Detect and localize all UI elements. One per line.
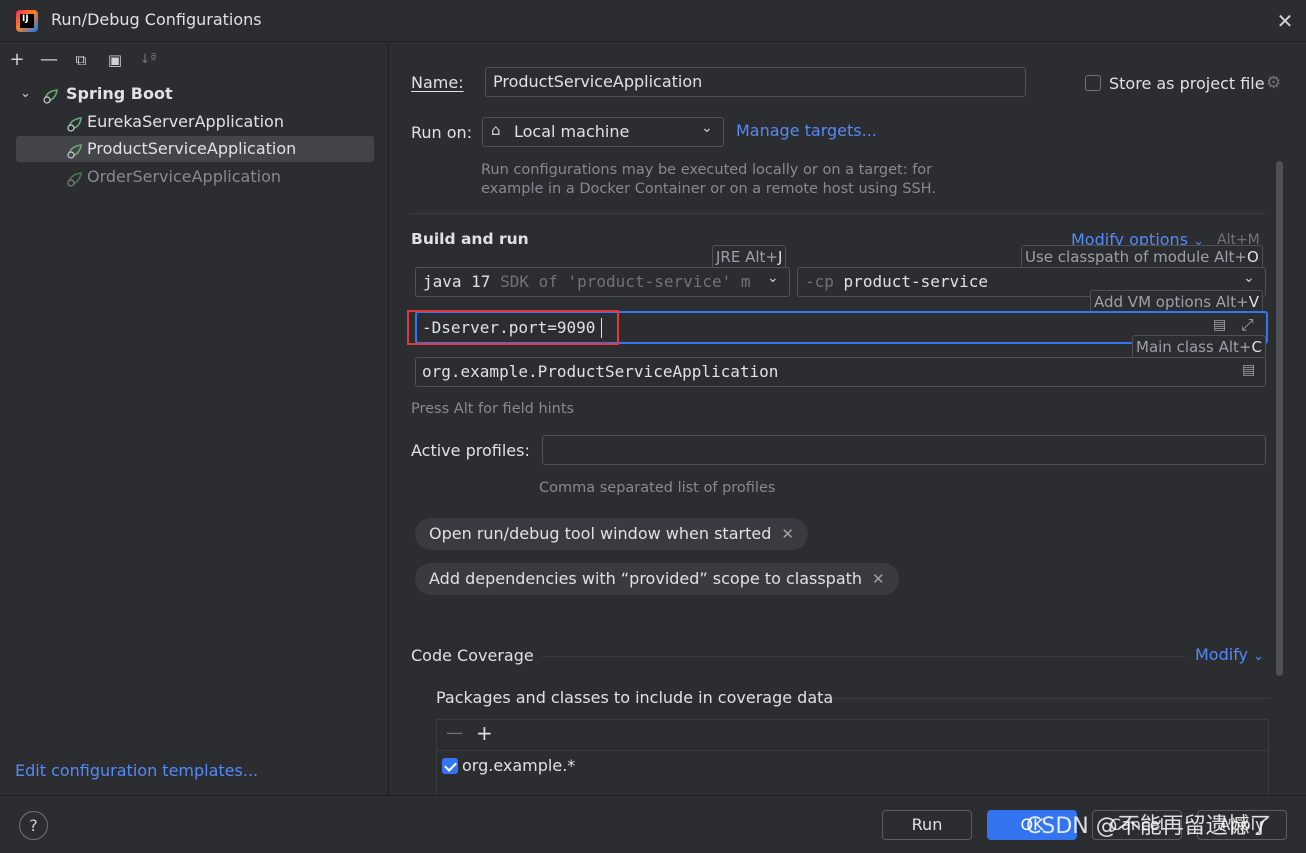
jre-value: java 17 SDK of 'product-service' m — [423, 272, 751, 291]
tree-item-product-service[interactable]: ProductServiceApplication — [16, 136, 374, 162]
run-on-label: Run on: — [411, 123, 473, 142]
browse-icon[interactable]: ▤ — [1242, 362, 1255, 378]
maximize-icon[interactable]: ⤢ — [1241, 315, 1254, 335]
build-and-run-title: Build and run — [411, 230, 529, 248]
configurations-tree-panel: + — ⧉ ▣ ↓ª ⌄ Spring Boot EurekaServerApp… — [0, 43, 389, 795]
classpath-hint-tooltip: Use classpath of module Alt+O — [1021, 245, 1263, 269]
manage-targets-link[interactable]: Manage targets... — [736, 121, 877, 140]
chevron-down-icon: ⌄ — [767, 270, 779, 286]
coverage-item-label: org.example.* — [462, 756, 576, 775]
chevron-down-icon: ⌄ — [701, 120, 713, 136]
main-class-input[interactable]: org.example.ProductServiceApplication ▤ — [415, 357, 1266, 387]
divider — [832, 698, 1269, 699]
tree-item-label: ProductServiceApplication — [87, 139, 297, 158]
code-coverage-title: Code Coverage — [411, 646, 534, 665]
remove-entry-icon[interactable]: — — [446, 723, 463, 743]
tree-item-eureka-server[interactable]: EurekaServerApplication — [16, 109, 374, 135]
name-input[interactable]: ProductServiceApplication — [485, 67, 1026, 97]
intellij-logo-icon: IJ — [16, 10, 38, 32]
close-icon[interactable]: ✕ — [1272, 8, 1298, 34]
name-label: Name: — [411, 73, 464, 92]
sort-icon[interactable]: ↓ª — [137, 49, 159, 71]
run-on-hint: Run configurations may be executed local… — [481, 162, 933, 178]
chevron-down-icon[interactable]: ⌄ — [20, 81, 31, 107]
main-class-hint-tooltip: Main class Alt+C — [1132, 335, 1266, 359]
divider — [411, 213, 1265, 214]
title-bar: IJ Run/Debug Configurations ✕ — [0, 0, 1306, 42]
field-hints-text: Press Alt for field hints — [411, 401, 575, 417]
main-class-value: org.example.ProductServiceApplication — [422, 362, 779, 381]
edit-templates-link[interactable]: Edit configuration templates... — [15, 761, 258, 780]
expand-text-icon[interactable]: ▤ — [1213, 317, 1226, 333]
text-caret — [601, 318, 602, 338]
run-on-hint: example in a Docker Container or on a re… — [481, 181, 936, 197]
table-row[interactable]: org.example.* — [437, 753, 1268, 779]
remove-chip-icon[interactable]: ✕ — [872, 570, 885, 588]
new-folder-icon[interactable]: ▣ — [104, 49, 126, 71]
tree-item-label: OrderServiceApplication — [87, 167, 281, 186]
help-button[interactable]: ? — [19, 811, 48, 840]
tree-group-label: Spring Boot — [66, 84, 173, 103]
option-chip-provided-scope: Add dependencies with “provided” scope t… — [415, 563, 899, 595]
coverage-packages-table: — + org.example.* — [436, 719, 1269, 795]
remove-icon[interactable]: — — [38, 49, 60, 71]
run-on-dropdown[interactable]: ⌂ Local machine ⌄ — [482, 117, 724, 147]
remove-chip-icon[interactable]: ✕ — [781, 525, 794, 543]
divider — [542, 656, 1185, 657]
spring-boot-icon — [42, 86, 60, 104]
tree-item-label: EurekaServerApplication — [87, 112, 284, 131]
classpath-value: -cp product-service — [805, 272, 989, 291]
chevron-down-icon: ⌄ — [1243, 270, 1255, 286]
add-entry-icon[interactable]: + — [476, 721, 493, 745]
name-value: ProductServiceApplication — [493, 72, 703, 91]
spring-boot-app-icon — [66, 141, 84, 159]
active-profiles-input[interactable] — [542, 435, 1266, 465]
window-title: Run/Debug Configurations — [51, 10, 262, 29]
gear-icon[interactable]: ⚙ — [1266, 73, 1281, 93]
coverage-item-checkbox[interactable] — [442, 758, 458, 774]
watermark: CSDN @不能再留遗憾了 — [1026, 814, 1272, 839]
coverage-modify-link[interactable]: Modify ⌄ — [1195, 645, 1264, 664]
tree-group-spring-boot[interactable]: ⌄ Spring Boot — [16, 81, 374, 107]
coverage-modify-label: Modify — [1195, 645, 1249, 664]
highlight-box — [407, 310, 619, 345]
table-toolbar: — + — [437, 720, 1268, 751]
run-on-value: Local machine — [514, 122, 630, 141]
spring-boot-app-icon — [66, 114, 84, 132]
add-icon[interactable]: + — [6, 49, 28, 71]
tree-item-order-service[interactable]: OrderServiceApplication — [16, 164, 374, 190]
scrollbar[interactable] — [1276, 161, 1283, 676]
coverage-subtitle: Packages and classes to include in cover… — [436, 688, 834, 707]
dialog-footer: ? Run OK Cancel Apply CSDN @不能再留遗憾了 — [0, 795, 1306, 853]
copy-icon[interactable]: ⧉ — [70, 49, 92, 71]
home-icon: ⌂ — [491, 121, 501, 139]
run-button[interactable]: Run — [882, 810, 972, 840]
spring-boot-app-icon — [66, 169, 84, 187]
configuration-editor: Name: ProductServiceApplication Store as… — [390, 43, 1306, 795]
active-profiles-label: Active profiles: — [411, 441, 530, 460]
jre-hint-tooltip: JRE Alt+J — [712, 245, 787, 269]
active-profiles-hint: Comma separated list of profiles — [539, 480, 776, 496]
store-as-project-file-label: Store as project file — [1109, 74, 1265, 93]
option-chip-open-tool-window: Open run/debug tool window when started ✕ — [415, 518, 808, 550]
jre-dropdown[interactable]: java 17 SDK of 'product-service' m ⌄ — [415, 267, 790, 297]
store-as-project-file-checkbox[interactable] — [1085, 75, 1101, 91]
